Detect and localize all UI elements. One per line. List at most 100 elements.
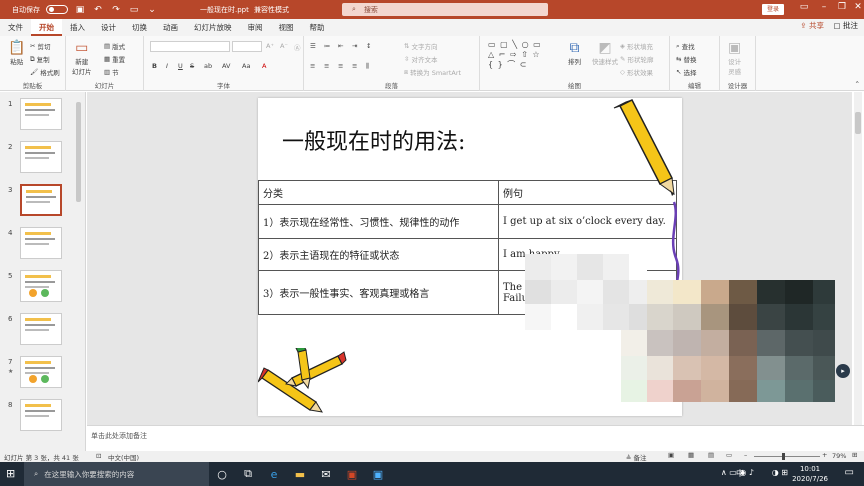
italic-button[interactable]: I	[166, 62, 168, 70]
line-spacing-icon[interactable]: ↕	[366, 42, 371, 50]
table-cell[interactable]: 1）表示现在经常性、习惯性、规律性的动作	[258, 204, 499, 239]
slide-thumbnail[interactable]: 8	[0, 399, 78, 435]
columns-icon[interactable]: ⫼	[366, 62, 369, 71]
font-name-box[interactable]	[150, 41, 230, 52]
numbering-icon[interactable]: ≔	[324, 42, 331, 50]
zoom-slider-thumb[interactable]	[782, 453, 785, 460]
slide-thumbnail[interactable]: 4	[0, 227, 78, 263]
table-cell[interactable]: 3）表示一般性事实、客观真理或格言	[258, 270, 499, 315]
cortana-icon[interactable]: ○	[209, 468, 235, 481]
slide-thumbnail[interactable]: 5	[0, 270, 78, 306]
tab-2[interactable]: 插入	[62, 19, 93, 36]
powerpoint-icon[interactable]: ▣	[339, 468, 365, 481]
tab-9[interactable]: 帮助	[302, 19, 333, 36]
minimize-icon[interactable]: –	[816, 2, 832, 12]
slide-thumbnail[interactable]: 3	[0, 184, 78, 220]
replace-button[interactable]: ⇆ 替换	[676, 54, 696, 64]
notes-pane[interactable]: 单击此处添加备注	[87, 425, 864, 447]
edge-browser-icon[interactable]: e	[261, 468, 287, 481]
shape-fill-button[interactable]: ◈ 形状填充	[620, 41, 653, 51]
video-control-icon[interactable]: ▸	[836, 364, 850, 378]
task-view-icon[interactable]: ⧉	[235, 467, 261, 481]
table-header-cell[interactable]: 分类	[258, 180, 499, 205]
align-center-icon[interactable]: ≡	[324, 62, 329, 70]
increase-indent-icon[interactable]: ⇥	[352, 42, 357, 50]
change-case-button[interactable]: Aa	[242, 62, 250, 70]
app-icon[interactable]: ▣	[365, 468, 391, 481]
text-direction-button[interactable]: ⇅ 文字方向	[404, 41, 437, 51]
tab-8[interactable]: 视图	[271, 19, 302, 36]
language-indicator[interactable]: 中文(中国)	[108, 452, 139, 462]
clear-format-icon[interactable]: Ⓐ	[294, 42, 301, 52]
title-search-box[interactable]: ⌕ 搜索	[342, 3, 548, 16]
cut-button[interactable]: ✂ 剪切	[30, 41, 50, 51]
notifications-icon[interactable]: ▭	[845, 467, 854, 478]
slide-thumbnail[interactable]: 1	[0, 98, 78, 134]
save-icon[interactable]: ▣	[74, 5, 86, 15]
slide-thumbnail-image[interactable]	[20, 227, 62, 259]
grow-font-icon[interactable]: A⁺	[266, 42, 274, 50]
autosave-toggle[interactable]	[46, 5, 68, 14]
taskbar-search-box[interactable]: ⌕ 在这里输入你要搜索的内容	[24, 462, 209, 486]
layout-button[interactable]: ▤ 版式	[104, 41, 125, 51]
shapes-gallery[interactable]: ▭ ▢ ╲ ○ ▭ △ ⌐ ⇨ ⇧ ☆ { } ⌒ ⊂	[488, 40, 546, 70]
collapse-ribbon-icon[interactable]: ⌃	[855, 80, 860, 88]
slide-thumbnail-image[interactable]	[20, 399, 62, 431]
design-ideas-button[interactable]: ▣ 设计 灵感	[728, 40, 741, 76]
tab-5[interactable]: 动画	[155, 19, 186, 36]
ime-mode-icon[interactable]: ◑ ⊞	[772, 468, 788, 477]
ime-indicator[interactable]: 中	[736, 468, 744, 479]
slide-thumbnail[interactable]: 6	[0, 313, 78, 349]
copy-button[interactable]: ⧉ 复制	[30, 54, 50, 65]
slide-thumbnail-image[interactable]	[20, 184, 62, 216]
slide-scrollbar-thumb[interactable]	[855, 112, 861, 134]
ribbon-display-options-icon[interactable]: ▭	[796, 2, 812, 12]
font-color-icon[interactable]: A	[262, 62, 266, 70]
fit-slide-icon[interactable]: ⊞	[852, 451, 857, 459]
tab-4[interactable]: 切换	[124, 19, 155, 36]
restore-icon[interactable]: ❐	[834, 2, 850, 12]
slide-thumbnail-image[interactable]	[20, 270, 62, 302]
shape-effects-button[interactable]: ◇ 形状效果	[620, 67, 653, 77]
char-spacing-button[interactable]: AV	[222, 62, 230, 70]
section-button[interactable]: ▥ 节	[104, 67, 119, 77]
slide-thumbnail-image[interactable]	[20, 141, 62, 173]
underline-button[interactable]: U	[178, 62, 183, 70]
slide-thumbnail-image[interactable]	[20, 98, 62, 130]
slide-title[interactable]: 一般现在时的用法:	[282, 124, 465, 156]
notes-toggle[interactable]: ≜ 备注	[626, 452, 647, 462]
slideshow-icon[interactable]: ▭	[726, 451, 732, 459]
close-icon[interactable]: ✕	[850, 2, 864, 12]
find-button[interactable]: ⌕ 查找	[676, 41, 695, 52]
shrink-font-icon[interactable]: A⁻	[280, 42, 288, 50]
start-from-beginning-icon[interactable]: ▭	[128, 5, 140, 15]
slide-thumbnail[interactable]: 2	[0, 141, 78, 177]
slide-sorter-icon[interactable]: ▦	[688, 451, 694, 459]
table-cell[interactable]: 2）表示主语现在的特征或状态	[258, 238, 499, 271]
comment-button[interactable]: ▢ 批注	[834, 20, 858, 31]
zoom-level[interactable]: 79%	[832, 452, 846, 460]
tab-7[interactable]: 审阅	[240, 19, 271, 36]
bold-button[interactable]: B	[152, 62, 157, 70]
strikethrough-button[interactable]: S	[190, 62, 194, 70]
new-slide-button[interactable]: ▭ 新建 幻灯片	[72, 40, 92, 76]
shape-outline-button[interactable]: ✎ 形状轮廓	[620, 54, 653, 64]
tab-0[interactable]: 文件	[0, 19, 31, 36]
paste-button[interactable]: 📋 粘贴	[8, 40, 25, 66]
decrease-indent-icon[interactable]: ⇤	[338, 42, 343, 50]
reading-view-icon[interactable]: ▤	[708, 451, 714, 459]
zoom-slider[interactable]	[754, 456, 820, 457]
format-painter-button[interactable]: 🖌 格式刷	[30, 67, 60, 77]
shadow-button[interactable]: ab	[204, 62, 212, 70]
zoom-out-icon[interactable]: –	[744, 451, 747, 459]
spellcheck-icon[interactable]: ⊡	[96, 452, 101, 460]
slide-thumbnail-image[interactable]	[20, 313, 62, 345]
bullets-icon[interactable]: ☰	[310, 42, 316, 50]
normal-view-icon[interactable]: ▣	[668, 451, 674, 459]
quick-styles-button[interactable]: ◩ 快速样式	[592, 40, 618, 66]
redo-icon[interactable]: ↷	[110, 5, 122, 15]
align-right-icon[interactable]: ≡	[338, 62, 343, 70]
reset-button[interactable]: ▦ 重置	[104, 54, 125, 64]
slide-thumbnail-image[interactable]	[20, 356, 62, 388]
slide-scrollbar[interactable]	[854, 92, 862, 425]
